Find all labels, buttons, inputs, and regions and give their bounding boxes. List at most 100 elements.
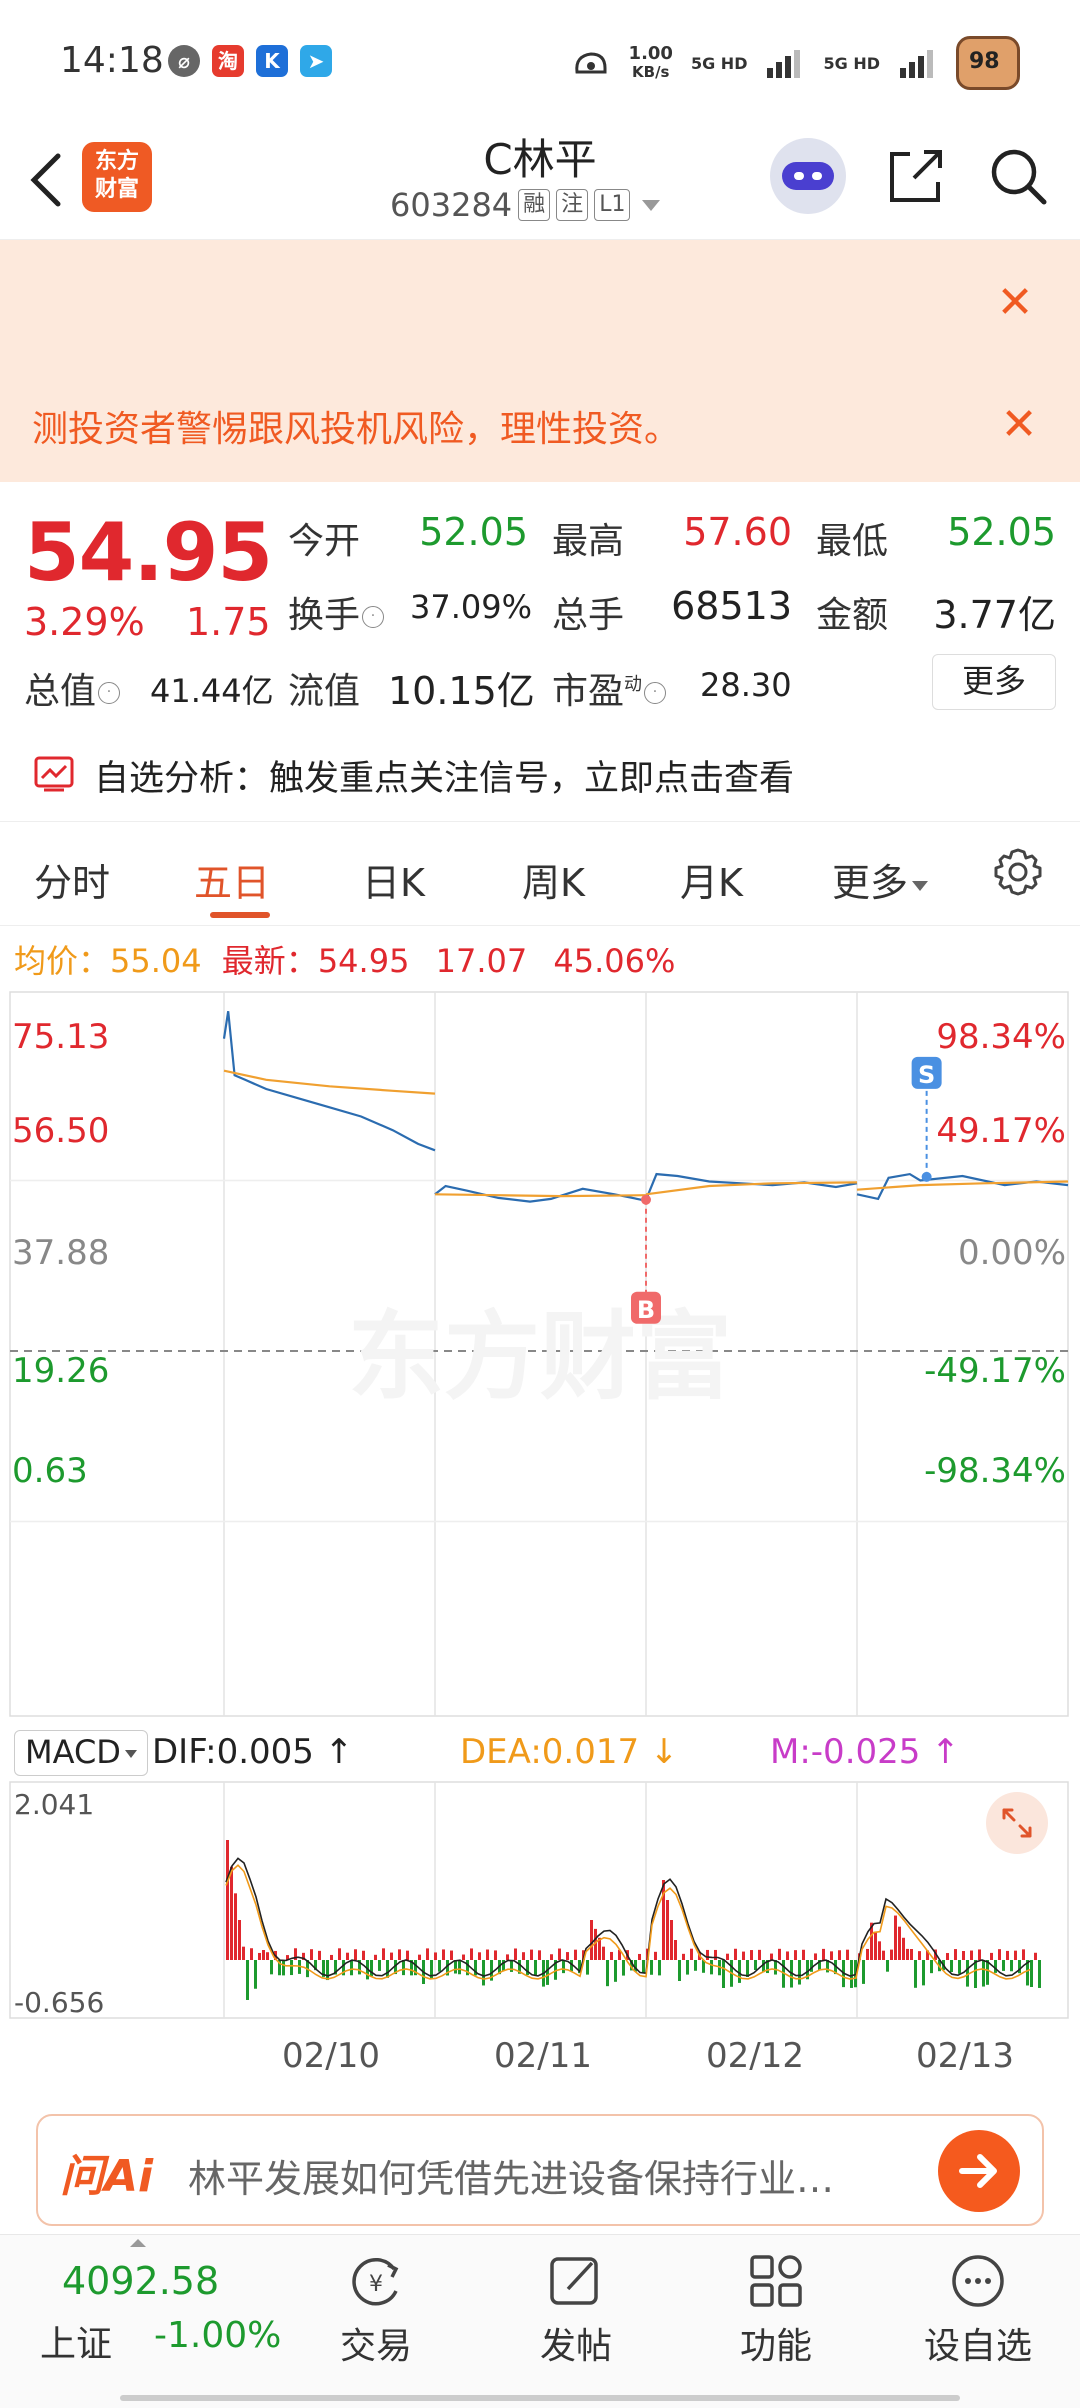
macd-negative-bar <box>534 1960 537 1976</box>
macd-positive-bar <box>1034 1952 1037 1960</box>
info-icon[interactable]: · <box>644 682 667 704</box>
five-day-price-chart[interactable]: 东方财富 B S 75.13 56.50 37.88 19.26 0.63 98.34% 49… <box>0 990 1080 1720</box>
macd-positive-bar <box>242 1946 245 1960</box>
y-axis-percent-label: -98.34% <box>924 1451 1066 1491</box>
macd-positive-bar <box>442 1949 445 1960</box>
macd-negative-bar <box>958 1960 961 1974</box>
signal-banner[interactable]: 自选分析：触发重点关注信号，立即点击查看 <box>0 732 1080 822</box>
average-price-series <box>645 1181 858 1196</box>
macd-positive-bar <box>990 1952 993 1960</box>
macd-negative-bar <box>950 1960 953 1972</box>
info-icon[interactable]: · <box>362 606 385 628</box>
taobao-icon: 淘 <box>212 45 244 77</box>
y-axis-price-label: 56.50 <box>12 1111 109 1151</box>
macd-negative-bar <box>994 1960 997 1973</box>
tab-more[interactable]: 更多 <box>832 852 929 907</box>
nav-trade[interactable]: ¥ 交易 <box>316 2241 436 2369</box>
nav-add-watchlist[interactable]: 设自选 <box>918 2241 1038 2369</box>
macd-negative-bar <box>562 1960 565 1974</box>
macd-positive-bar <box>902 1937 905 1960</box>
ai-question-bar[interactable]: 问Ai 林平发展如何凭借先进设备保持行业… <box>36 2114 1044 2226</box>
label-turnover: 换手 · <box>288 586 385 638</box>
value-high: 57.60 <box>683 510 792 554</box>
close-icon[interactable]: ✕ <box>994 400 1044 450</box>
macd-positive-bar <box>910 1949 913 1960</box>
notification-icons: ⌀ 淘 K ➤ <box>168 44 332 78</box>
status-time: 14:18 <box>60 40 164 81</box>
share-icon[interactable] <box>884 144 948 208</box>
marker-label: B <box>637 1296 655 1324</box>
quote-panel: 54.95 3.29% 1.75 今开 52.05 最高 57.60 最低 52… <box>0 482 1080 732</box>
macd-positive-bar <box>418 1954 421 1960</box>
macd-positive-bar <box>846 1949 849 1960</box>
macd-positive-bar <box>890 1949 893 1960</box>
macd-positive-bar <box>566 1952 569 1960</box>
macd-positive-bar <box>802 1949 805 1960</box>
macd-negative-bar <box>798 1960 801 1985</box>
ai-assistant-icon[interactable] <box>770 138 846 214</box>
expand-icon[interactable] <box>986 1792 1048 1854</box>
indicator-selector[interactable]: MACD <box>14 1730 148 1776</box>
nav-functions[interactable]: 功能 <box>716 2241 836 2369</box>
macd-positive-bar <box>426 1948 429 1960</box>
ai-logo: 问Ai <box>60 2151 154 2202</box>
macd-positive-bar <box>310 1949 313 1960</box>
macd-positive-bar <box>362 1950 365 1960</box>
change-amount-line: 17.07 <box>435 942 528 980</box>
tab-weekly-k[interactable]: 周K <box>522 852 585 907</box>
macd-positive-bar <box>770 1953 773 1960</box>
macd-positive-bar <box>346 1952 349 1960</box>
macd-negative-bar <box>862 1960 865 1984</box>
gear-icon[interactable] <box>990 844 1046 900</box>
macd-positive-bar <box>590 1920 593 1960</box>
close-icon[interactable]: ✕ <box>990 278 1040 328</box>
search-icon[interactable] <box>986 144 1050 208</box>
nav-post[interactable]: 发帖 <box>516 2241 636 2369</box>
index-change[interactable]: -1.00% <box>154 2315 281 2356</box>
macd-positive-bar <box>266 1952 269 1960</box>
chevron-down-icon <box>912 880 929 891</box>
label-volume: 总手 <box>552 595 625 636</box>
risk-alert-text: 测投资者警惕跟风投机风险，理性投资。 <box>32 409 681 450</box>
value-amount: 3.77亿 <box>933 593 1056 637</box>
price-line-series <box>222 1011 436 1152</box>
macd-positive-bar <box>558 1948 561 1960</box>
macd-positive-bar <box>750 1950 753 1960</box>
trade-icon: ¥ <box>352 2258 399 2306</box>
macd-positive-bar <box>230 1866 233 1960</box>
info-icon[interactable]: · <box>98 682 121 704</box>
macd-chart[interactable]: 2.041 -0.656 <box>0 1780 1080 2024</box>
ai-go-button[interactable] <box>938 2130 1020 2212</box>
macd-negative-bar <box>290 1960 293 1976</box>
macd-negative-bar <box>850 1960 853 1988</box>
tab-monthly-k[interactable]: 月K <box>680 852 743 907</box>
macd-negative-bar <box>1002 1960 1005 1971</box>
macd-positive-bar <box>1014 1950 1017 1960</box>
index-value[interactable]: 4092.58 <box>62 2259 219 2303</box>
stock-code-row[interactable]: 603284 融 注 L1 <box>390 186 661 224</box>
chart-info-line: 均价：55.04 最新：54.95 17.07 45.06% <box>14 936 675 982</box>
macd-positive-bar <box>522 1952 525 1960</box>
value-open: 52.05 <box>419 510 528 554</box>
macd-positive-bar <box>450 1950 453 1960</box>
macd-positive-bar <box>962 1951 965 1960</box>
macd-negative-bar <box>614 1960 617 1982</box>
tab-intraday[interactable]: 分时 <box>34 852 110 907</box>
tab-five-day[interactable]: 五日 <box>194 852 270 907</box>
edit-icon <box>550 2257 598 2305</box>
macd-negative-bar <box>650 1960 653 1975</box>
y-axis-price-label: 19.26 <box>12 1351 109 1391</box>
more-quote-button[interactable]: 更多 <box>932 654 1056 710</box>
macd-dea: DEA:0.017 ↓ <box>460 1732 679 1772</box>
macd-negative-bar <box>746 1960 749 1977</box>
macd-negative-bar <box>586 1960 589 1975</box>
label-amount: 金额 <box>816 595 889 636</box>
macd-y-bottom: -0.656 <box>14 1986 104 2019</box>
tab-daily-k[interactable]: 日K <box>362 852 425 907</box>
index-name[interactable]: 上证 <box>40 2315 112 2367</box>
macd-m: M:-0.025 ↑ <box>770 1732 960 1772</box>
label-total-cap: 总值 · <box>24 662 121 714</box>
macd-positive-bar <box>258 1952 261 1960</box>
macd-negative-bar <box>1010 1960 1013 1972</box>
date-axis: 02/10 02/11 02/12 02/13 <box>0 2026 1080 2080</box>
